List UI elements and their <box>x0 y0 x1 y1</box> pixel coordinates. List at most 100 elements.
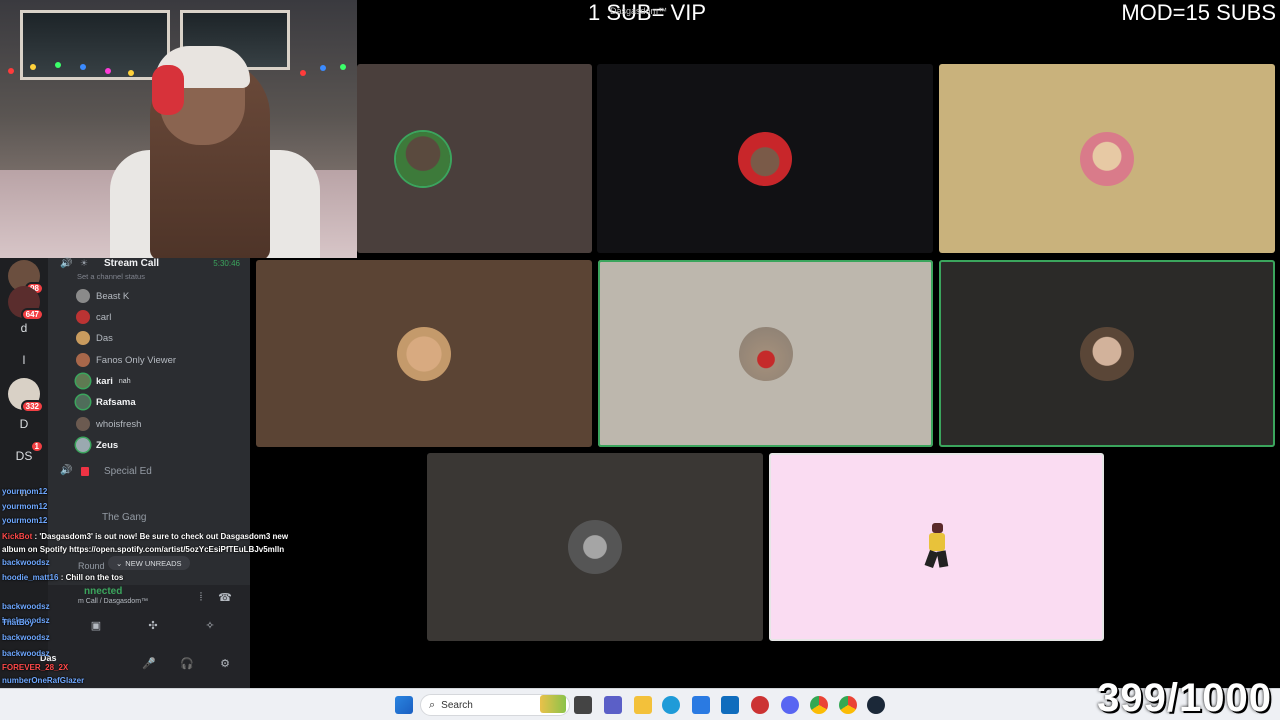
video-tile-5[interactable] <box>598 260 933 447</box>
chevron-down-icon: ⌄ <box>116 558 123 568</box>
user-panel: nnected m Call / Dasgasdom™ ⦙ ☎ ▣ ✣ ✧ Da… <box>40 585 250 688</box>
screen-share-icon[interactable]: ▣ <box>89 618 103 632</box>
headset-icon <box>152 65 184 115</box>
search-highlight-icon[interactable] <box>540 695 566 713</box>
windows-taskbar: ⌕ Search <box>0 688 1280 720</box>
avatar <box>76 438 90 452</box>
speaker-icon: 🔊 <box>60 465 73 476</box>
avatar <box>76 289 90 303</box>
stream-screen: 1 SUB= VIP MOD=15 SUBS Dasgasdom™ 98 647… <box>0 0 1280 720</box>
sun-icon: ☀ <box>80 258 89 268</box>
server-icon-8[interactable]: n <box>8 476 40 508</box>
disconnect-icon[interactable]: ☎ <box>218 590 232 604</box>
username: Das <box>40 653 57 663</box>
video-tile-2[interactable] <box>597 64 933 253</box>
gear-icon[interactable]: ⚙ <box>218 656 232 670</box>
avatar <box>76 395 90 409</box>
voice-user-name: kari <box>96 375 113 387</box>
voice-channel-the-gang[interactable]: The Gang <box>48 511 250 529</box>
file-explorer-icon[interactable] <box>634 696 652 714</box>
video-tile-7[interactable] <box>427 453 763 641</box>
new-unreads-label: NEW UNREADS <box>125 558 182 568</box>
voice-channel-stream-call[interactable]: 🔊 ☀ Stream Call 5:30:46 Set a channel st… <box>48 258 250 282</box>
server-icon-7[interactable]: DS 1 <box>8 440 44 472</box>
server-icon-5[interactable]: 332 <box>8 378 44 413</box>
video-tile-6[interactable] <box>939 260 1275 447</box>
server-label: DS <box>15 449 33 463</box>
video-tile-8[interactable] <box>769 453 1104 641</box>
video-tile-1[interactable] <box>357 64 592 253</box>
new-unreads-button[interactable]: ⌄ NEW UNREADS <box>108 556 190 570</box>
voice-user[interactable]: Das <box>76 329 113 347</box>
avatar <box>76 331 90 345</box>
participant-avatar <box>395 131 450 186</box>
avatar <box>76 417 90 431</box>
server-label: l <box>22 353 26 367</box>
participant-avatar <box>397 326 451 381</box>
voice-user[interactable]: Rafsama <box>76 393 136 411</box>
channel-name: Round <box>78 561 105 571</box>
window-title: Dasgasdom™ <box>610 6 668 16</box>
dancing-character-icon <box>924 523 949 571</box>
outlook-icon[interactable] <box>721 696 739 714</box>
voice-user-name: Rafsama <box>96 396 136 408</box>
chrome-icon[interactable] <box>839 696 857 714</box>
speaker-icon: 🔊 <box>60 258 73 269</box>
teams-icon[interactable] <box>604 696 622 714</box>
call-location[interactable]: m Call / Dasgasdom™ <box>78 598 148 605</box>
voice-user[interactable]: Beast K <box>76 287 129 305</box>
participant-avatar <box>1080 131 1134 186</box>
discord-icon[interactable] <box>781 696 799 714</box>
server-icon-3[interactable]: d <box>8 312 40 344</box>
channel-name: Special Ed <box>104 466 152 477</box>
avatar <box>76 310 90 324</box>
signal-icon[interactable]: ⦙ <box>194 590 208 604</box>
avatar <box>76 353 90 367</box>
voice-user-name: whoisfresh <box>96 418 142 430</box>
channel-name: The Gang <box>102 512 147 523</box>
server-label: D <box>19 417 29 431</box>
steam-icon[interactable] <box>867 696 885 714</box>
participant-avatar <box>738 131 792 186</box>
task-view-icon[interactable] <box>574 696 592 714</box>
voice-user-name: Fanos Only Viewer <box>96 354 177 366</box>
voice-user[interactable]: kari nah <box>76 372 131 390</box>
store-icon[interactable] <box>692 696 710 714</box>
app-icon[interactable] <box>751 696 769 714</box>
channel-emoji-icon <box>81 467 89 476</box>
call-timer: 5:30:46 <box>213 259 240 268</box>
server-rail: 98 647 d l 332 D DS 1 n <box>0 258 48 688</box>
voice-channel-special-ed[interactable]: 🔊 Special Ed <box>48 465 250 483</box>
video-tile-3[interactable] <box>939 64 1275 253</box>
participant-avatar <box>738 326 793 381</box>
avatar <box>76 374 90 388</box>
voice-user-name: Zeus <box>96 439 119 451</box>
participant-avatar <box>568 520 622 574</box>
search-placeholder: Search <box>441 699 473 711</box>
headphones-icon[interactable]: 🎧 <box>180 656 194 670</box>
soundboard-icon[interactable]: ✧ <box>203 618 217 632</box>
participant-avatar <box>1080 326 1134 381</box>
server-icon-6[interactable]: D <box>8 408 40 440</box>
voice-user[interactable]: carl <box>76 308 111 326</box>
voice-user[interactable]: Zeus <box>76 436 118 454</box>
search-icon: ⌕ <box>429 698 436 711</box>
server-icon-4[interactable]: l <box>8 344 40 376</box>
microphone-icon[interactable]: 🎤 <box>142 656 156 670</box>
edge-icon[interactable] <box>662 696 680 714</box>
voice-user-name: Beast K <box>96 290 130 302</box>
video-tile-4[interactable] <box>256 260 592 447</box>
unread-badge: 1 <box>29 440 44 453</box>
server-label: d <box>20 321 28 335</box>
mod-subs-overlay: MOD=15 SUBS <box>1121 0 1276 25</box>
server-label: n <box>20 485 28 499</box>
voice-connected-status: nnected <box>84 586 123 597</box>
channel-status[interactable]: Set a channel status <box>77 272 145 281</box>
status-tag: nah <box>118 377 131 385</box>
activities-icon[interactable]: ✣ <box>146 618 160 632</box>
voice-user[interactable]: Fanos Only Viewer <box>76 351 176 369</box>
voice-user[interactable]: whoisfresh <box>76 415 141 433</box>
windows-start-icon[interactable] <box>395 696 413 714</box>
webcam-feed <box>0 0 357 258</box>
chrome-icon[interactable] <box>810 696 828 714</box>
